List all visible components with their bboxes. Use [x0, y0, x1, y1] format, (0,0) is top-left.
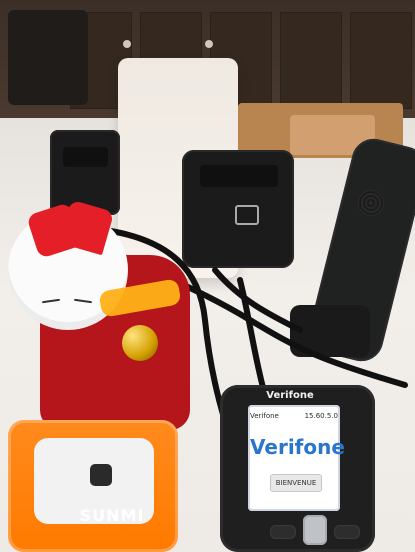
verifone-status-bar: Verifone 15.60.5.0 [250, 412, 338, 424]
key[interactable] [270, 525, 296, 539]
verifone-keys [270, 515, 360, 549]
cable [237, 277, 268, 398]
verifone-logo: Verifone [250, 435, 345, 459]
verifone-status-left: Verifone [250, 412, 279, 420]
nav-key[interactable] [303, 515, 327, 545]
key[interactable] [334, 525, 360, 539]
verifone-brand-top: Verifone [266, 390, 314, 401]
verifone-status-right: 15.60.5.0 [304, 412, 338, 420]
camera-icon [90, 464, 112, 486]
photo-scene: SUNMI Verifone Verifone 15.60.5.0 Verifo… [0, 0, 415, 552]
bell [122, 325, 158, 361]
sunmi-brand: SUNMI [79, 506, 145, 525]
verifone-button[interactable]: BIENVENUE [270, 474, 322, 492]
